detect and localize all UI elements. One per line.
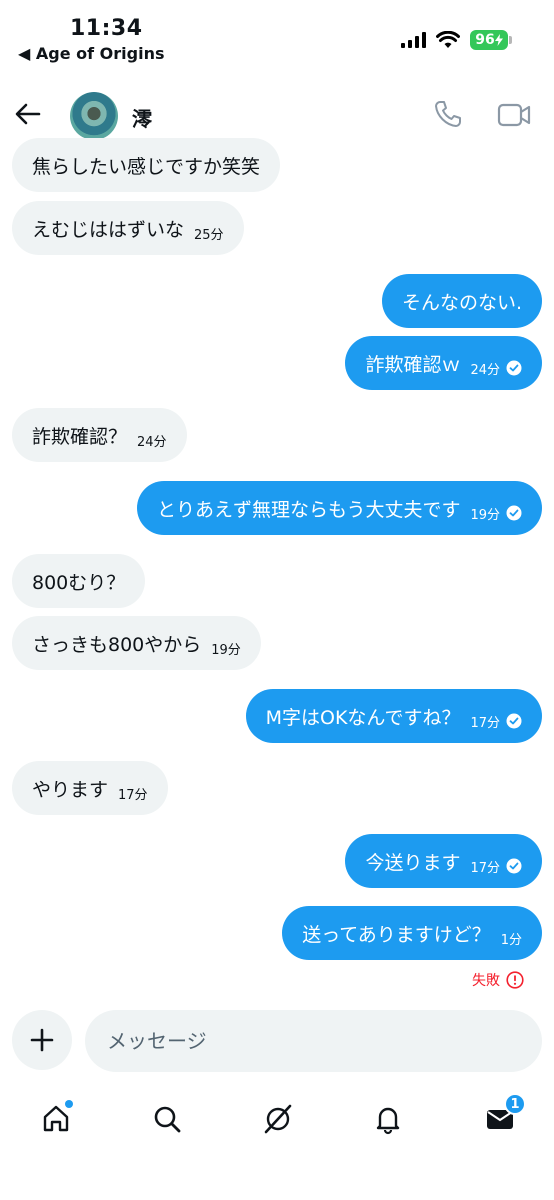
message-text: 送ってありますけど？ [302, 923, 491, 946]
messages-badge: 1 [504, 1093, 526, 1115]
wifi-icon [436, 31, 460, 48]
message-input[interactable] [85, 1010, 542, 1072]
message-time: 1分 [500, 932, 522, 948]
message-text: そんなのない. [401, 291, 522, 314]
battery-icon: 96 [470, 30, 512, 50]
message-list[interactable]: 焦らしたい感じですか笑笑 えむじははずいな 25分 そんなのない. 詐欺確認ｗ … [0, 138, 554, 1000]
phone-call-icon[interactable] [432, 98, 464, 130]
message-text: さっきも800やから [32, 633, 202, 656]
message-time: 19分 [211, 642, 241, 658]
cellular-signal-icon [401, 32, 426, 48]
message-text: 今送ります [365, 851, 461, 874]
message-text: えむじははずいな [32, 218, 185, 241]
message-bubble-outgoing[interactable]: 詐欺確認ｗ 24分 [345, 336, 542, 390]
contact-avatar[interactable] [70, 92, 118, 140]
message-time: 19分 [470, 507, 500, 523]
grok-icon [264, 1104, 292, 1134]
message-bubble-outgoing[interactable]: そんなのない. [381, 274, 542, 328]
message-bubble-outgoing[interactable]: M字はOKなんですね？ 17分 [245, 689, 542, 743]
search-icon [154, 1106, 181, 1133]
message-bubble-incoming[interactable]: 詐欺確認？ 24分 [12, 408, 187, 462]
tab-messages[interactable]: 1 [480, 1093, 526, 1139]
sent-check-icon [506, 713, 522, 729]
message-text: 焦らしたい感じですか笑笑 [32, 155, 261, 178]
message-bubble-incoming[interactable]: 800むり？ [12, 554, 146, 608]
send-failed-label: 失敗 [472, 973, 500, 989]
bottom-tab-bar: 1 [0, 1085, 554, 1155]
message-bubble-outgoing[interactable]: とりあえず無理ならもう大丈夫です 19分 [137, 481, 542, 535]
tab-home[interactable] [36, 1099, 76, 1139]
add-media-button[interactable] [12, 1010, 72, 1070]
tab-search[interactable] [147, 1099, 187, 1139]
message-time: 24分 [137, 434, 167, 450]
status-time: 11:34 [70, 16, 143, 41]
message-time: 24分 [470, 362, 500, 378]
tab-grok[interactable] [258, 1099, 298, 1139]
charging-bolt-icon [494, 34, 503, 46]
status-bar: 11:34 ◀ Age of Origins 96 [0, 0, 554, 70]
message-bubble-incoming[interactable]: さっきも800やから 19分 [12, 616, 261, 670]
message-time: 17分 [470, 860, 500, 876]
back-to-app-link[interactable]: ◀ Age of Origins [18, 44, 164, 63]
message-text: とりあえず無理ならもう大丈夫です [157, 498, 461, 521]
error-info-icon [506, 971, 524, 989]
sent-check-icon [506, 505, 522, 521]
message-time: 17分 [470, 715, 500, 731]
message-time: 17分 [118, 787, 148, 803]
contact-name[interactable]: 澪 [132, 103, 152, 132]
message-time: 25分 [194, 227, 224, 243]
home-notification-dot [65, 1100, 73, 1108]
sent-check-icon [506, 858, 522, 874]
battery-level: 96 [475, 32, 495, 48]
back-arrow-icon[interactable] [12, 98, 44, 130]
plus-icon [30, 1028, 54, 1052]
bell-icon [376, 1107, 400, 1135]
message-bubble-outgoing[interactable]: 今送ります 17分 [345, 834, 542, 888]
status-indicators: 96 [401, 30, 512, 50]
message-bubble-incoming[interactable]: えむじははずいな 25分 [12, 201, 244, 255]
message-text: やります [32, 778, 109, 801]
message-bubble-incoming[interactable]: 焦らしたい感じですか笑笑 [12, 138, 281, 192]
tab-notifications[interactable] [368, 1099, 408, 1139]
message-bubble-incoming[interactable]: やります 17分 [12, 761, 168, 815]
message-text: 800むり？ [32, 571, 126, 594]
sent-check-icon [506, 360, 522, 376]
message-text: 詐欺確認ｗ [365, 353, 461, 376]
message-text: 詐欺確認？ [32, 425, 128, 448]
message-text: M字はOKなんですね？ [265, 706, 461, 729]
send-failed-indicator[interactable]: 失敗 [472, 970, 524, 990]
message-bubble-outgoing[interactable]: 送ってありますけど？ 1分 [282, 906, 542, 960]
video-call-icon[interactable] [497, 100, 531, 130]
